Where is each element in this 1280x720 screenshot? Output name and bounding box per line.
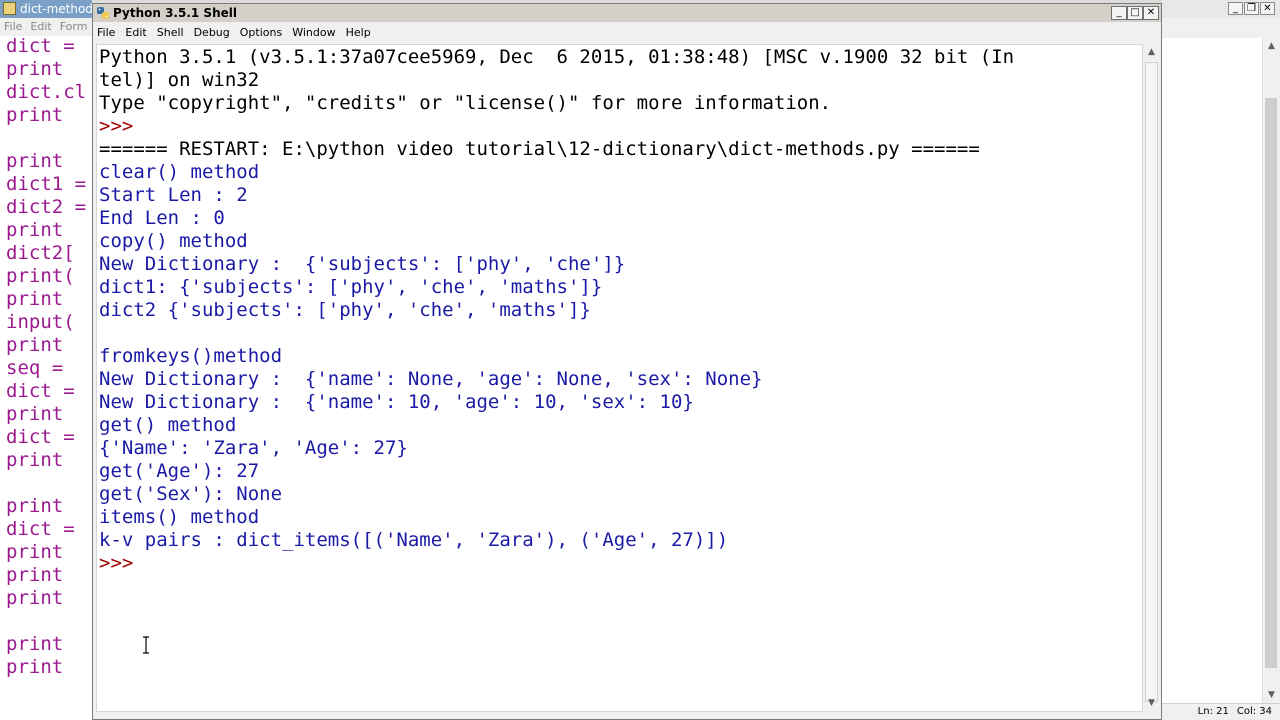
shell-scrollbar-thumb[interactable] bbox=[1145, 62, 1158, 702]
status-column: Col: 34 bbox=[1236, 706, 1272, 717]
editor-code-line: print bbox=[6, 104, 64, 126]
editor-code-line: dict = bbox=[6, 35, 75, 57]
shell-output-line: dict1: {'subjects': ['phy', 'che', 'math… bbox=[99, 276, 603, 298]
editor-code-line: print bbox=[6, 150, 64, 172]
shell-prompt: >>> bbox=[99, 552, 145, 574]
editor-code-line bbox=[6, 610, 86, 633]
status-line: Ln: 21 bbox=[1197, 706, 1229, 717]
shell-output-line: New Dictionary : {'name': None, 'age': N… bbox=[99, 368, 763, 390]
shell-scrollbar[interactable]: ▲ ▼ bbox=[1143, 44, 1160, 712]
editor-code-line: print bbox=[6, 495, 64, 517]
background-editor-window[interactable]: dict-methods File Edit Form dict = print dic… bbox=[0, 0, 92, 720]
scrollbar-thumb[interactable] bbox=[1265, 98, 1277, 668]
shell-output-line: Python 3.5.1 (v3.5.1:37a07cee5969, Dec 6… bbox=[99, 46, 1015, 68]
shell-scroll-up-icon[interactable]: ▲ bbox=[1143, 44, 1160, 61]
editor-code-line: input( bbox=[6, 311, 75, 333]
editor-code-line: print bbox=[6, 334, 64, 356]
menu-shell[interactable]: Shell bbox=[152, 23, 189, 43]
shell-minimize-icon[interactable]: _ bbox=[1111, 6, 1127, 20]
editor-code-line: dict = bbox=[6, 380, 75, 402]
text-cursor-icon bbox=[143, 636, 149, 654]
restore-icon[interactable]: ❐ bbox=[1244, 2, 1259, 15]
shell-output-line: New Dictionary : {'subjects': ['phy', 'c… bbox=[99, 253, 626, 275]
shell-close-icon[interactable]: ✕ bbox=[1143, 6, 1159, 20]
shell-maximize-icon[interactable]: □ bbox=[1127, 6, 1143, 20]
scroll-up-icon[interactable]: ▲ bbox=[1263, 38, 1280, 55]
right-window-menubar bbox=[1162, 18, 1280, 38]
shell-output-line: dict2 {'subjects': ['phy', 'che', 'maths… bbox=[99, 299, 591, 321]
editor-menu-format[interactable]: Form bbox=[60, 20, 88, 33]
shell-output-line: get('Age'): 27 bbox=[99, 460, 260, 482]
shell-output-line: get() method bbox=[99, 414, 237, 436]
menu-options[interactable]: Options bbox=[235, 23, 287, 43]
background-right-window[interactable]: _ ❐ ✕ ▲ ▼ Ln: 21 Col: 34 bbox=[1162, 0, 1280, 720]
shell-output-line: copy() method bbox=[99, 230, 248, 252]
shell-output-line: items() method bbox=[99, 506, 260, 528]
editor-code-line: print bbox=[6, 564, 64, 586]
shell-menubar: File Edit Shell Debug Options Window Help bbox=[93, 23, 1161, 43]
python-icon bbox=[97, 7, 109, 19]
shell-output-line: Start Len : 2 bbox=[99, 184, 248, 206]
shell-output-line: k-v pairs : dict_items([('Name', 'Zara')… bbox=[99, 529, 729, 551]
editor-code-line: print bbox=[6, 288, 64, 310]
editor-code-line: dict.cl bbox=[6, 81, 87, 103]
editor-code-line: print bbox=[6, 541, 64, 563]
editor-menu-edit[interactable]: Edit bbox=[30, 20, 51, 33]
shell-output-line: clear() method bbox=[99, 161, 260, 183]
right-window-titlebar[interactable]: _ ❐ ✕ bbox=[1162, 0, 1280, 18]
editor-code-line: dict1 = bbox=[6, 173, 87, 195]
menu-edit[interactable]: Edit bbox=[120, 23, 151, 43]
editor-code-line: print bbox=[6, 449, 64, 471]
shell-text-area[interactable]: Python 3.5.1 (v3.5.1:37a07cee5969, Dec 6… bbox=[96, 44, 1143, 712]
editor-menu-file[interactable]: File bbox=[4, 20, 22, 33]
editor-code-line: print bbox=[6, 219, 64, 241]
shell-scroll-down-icon[interactable]: ▼ bbox=[1143, 695, 1160, 712]
shell-titlebar[interactable]: Python 3.5.1 Shell _ □ ✕ bbox=[93, 4, 1161, 22]
menu-debug[interactable]: Debug bbox=[189, 23, 235, 43]
editor-code-line: seq = bbox=[6, 357, 64, 379]
shell-output-line: New Dictionary : {'name': 10, 'age': 10,… bbox=[99, 391, 694, 413]
close-icon[interactable]: ✕ bbox=[1260, 2, 1275, 15]
editor-code-line bbox=[6, 127, 86, 150]
scroll-down-icon[interactable]: ▼ bbox=[1263, 687, 1280, 704]
shell-prompt: >>> bbox=[99, 115, 145, 137]
editor-code-line: print bbox=[6, 403, 64, 425]
editor-code-line: dict2 = bbox=[6, 196, 87, 218]
status-bar: Ln: 21 Col: 34 bbox=[1162, 703, 1280, 720]
shell-output-line bbox=[99, 322, 1014, 345]
idle-file-icon bbox=[3, 2, 16, 15]
editor-code-line: print bbox=[6, 58, 64, 80]
editor-titlebar[interactable]: dict-methods bbox=[0, 0, 92, 18]
editor-code-line: print bbox=[6, 587, 64, 609]
shell-output-line: tel)] on win32 bbox=[99, 69, 260, 91]
editor-code-line: print( bbox=[6, 265, 75, 287]
editor-title: dict-methods bbox=[20, 2, 92, 16]
shell-output-line: fromkeys()method bbox=[99, 345, 283, 367]
shell-output-line: End Len : 0 bbox=[99, 207, 225, 229]
shell-title: Python 3.5.1 Shell bbox=[113, 6, 237, 20]
shell-output-line: {'Name': 'Zara', 'Age': 27} bbox=[99, 437, 408, 459]
shell-output: Python 3.5.1 (v3.5.1:37a07cee5969, Dec 6… bbox=[99, 46, 1014, 575]
editor-code-line: print bbox=[6, 633, 64, 655]
editor-code-line: dict2[ bbox=[6, 242, 75, 264]
editor-code-line: dict = bbox=[6, 518, 75, 540]
editor-code-line: dict = bbox=[6, 426, 75, 448]
editor-code-area[interactable]: dict = print dict.cl print print dict1 = dict… bbox=[6, 35, 86, 679]
minimize-icon[interactable]: _ bbox=[1228, 2, 1243, 15]
shell-output-line: ====== RESTART: E:\python video tutorial… bbox=[99, 138, 980, 160]
python-shell-window[interactable]: Python 3.5.1 Shell _ □ ✕ File Edit Shell De… bbox=[92, 3, 1162, 720]
shell-output-line: get('Sex'): None bbox=[99, 483, 283, 505]
editor-menubar: File Edit Form bbox=[0, 18, 92, 36]
menu-file[interactable]: File bbox=[93, 23, 120, 43]
menu-help[interactable]: Help bbox=[341, 23, 376, 43]
shell-output-line: Type "copyright", "credits" or "license(… bbox=[99, 92, 832, 114]
menu-window[interactable]: Window bbox=[287, 23, 340, 43]
editor-code-line: print bbox=[6, 656, 64, 678]
right-window-scrollbar[interactable]: ▲ ▼ bbox=[1262, 38, 1280, 704]
editor-code-line bbox=[6, 472, 86, 495]
